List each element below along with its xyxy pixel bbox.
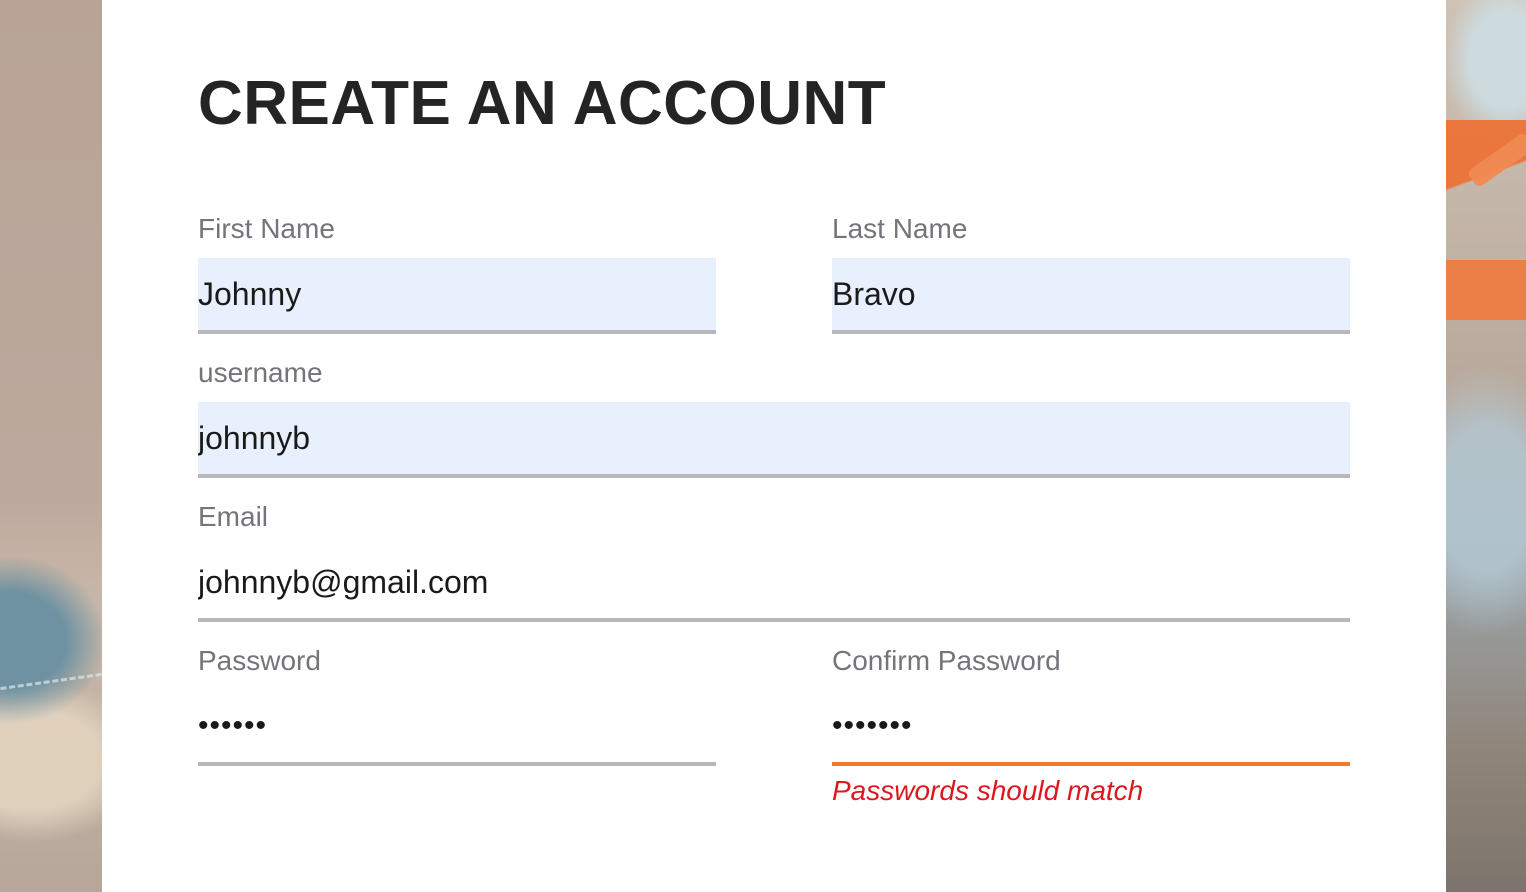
username-input[interactable] [198,402,1350,478]
background-stitch [0,672,102,691]
first-name-label: First Name [198,213,335,244]
last-name-label: Last Name [832,213,968,244]
password-mismatch-error: Passwords should match [832,775,1144,806]
first-name-input[interactable] [198,258,716,334]
background-lace [1466,131,1526,189]
email-field: Email [198,500,1350,628]
background-lace-band [1446,260,1526,320]
email-input[interactable] [198,546,1350,622]
username-field: username [198,356,1350,484]
first-name-field: First Name [198,212,716,340]
password-field: Password [198,644,716,772]
background-image-left [0,0,102,892]
confirm-password-input[interactable] [832,690,1350,766]
page-title: CREATE AN ACCOUNT [198,69,887,138]
last-name-input[interactable] [832,258,1350,334]
confirm-password-label: Confirm Password [832,645,1061,676]
email-label: Email [198,501,269,532]
password-input[interactable] [198,690,716,766]
confirm-password-field: Confirm Password Passwords should match [832,644,1350,814]
last-name-field: Last Name [832,212,1350,340]
username-label: username [198,357,323,388]
signup-card: CREATE AN ACCOUNT First Name Last Name u… [102,0,1446,892]
background-image-right [1446,0,1526,892]
password-label: Password [198,645,321,676]
